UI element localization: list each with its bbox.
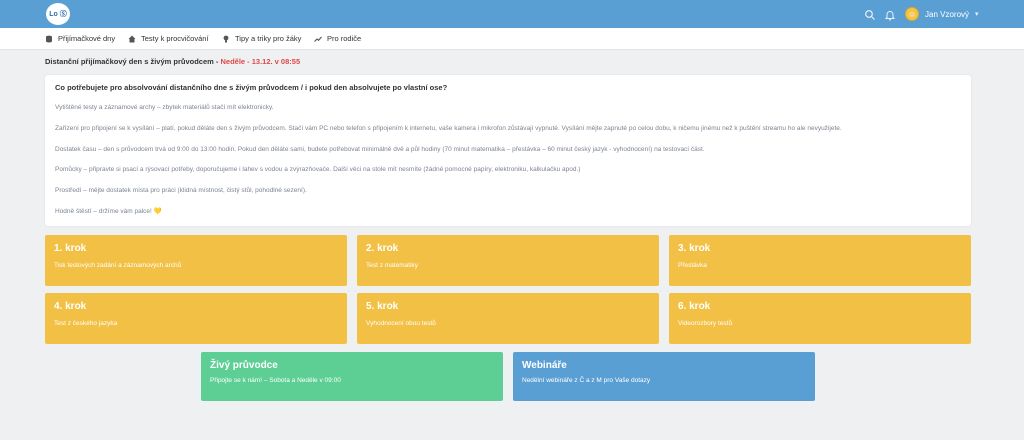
- home-icon: [128, 35, 136, 42]
- info-heading: Co potřebujete pro absolvování distanční…: [55, 83, 448, 92]
- step-title: 5. krok: [366, 301, 399, 312]
- live-guide-title: Živý průvodce: [210, 360, 278, 371]
- webinar-subtitle: Nedělní webináře z Č a z M pro Vaše dota…: [522, 377, 651, 384]
- step-5-card[interactable]: 5. krok Vyhodnocení obou testů: [357, 293, 659, 344]
- step-6-card[interactable]: 6. krok Videorozbory testů: [669, 293, 971, 344]
- info-paragraph: Pomůcky – připravte si psací a rýsovací …: [55, 166, 581, 174]
- step-subtitle: Videorozbory testů: [678, 320, 733, 327]
- user-menu[interactable]: ☺ Jan Vzorový ▾: [905, 6, 979, 22]
- nav-item-label: Přijímačkové dny: [58, 34, 116, 43]
- step-2-card[interactable]: 2. krok Test z matematiky: [357, 235, 659, 286]
- database-icon: [46, 35, 52, 42]
- page-title: Distanční přijímačkový den s živým průvo…: [45, 57, 300, 66]
- nav-item-testy[interactable]: Testy k procvičování: [128, 34, 209, 43]
- info-paragraph-text: Hodně štěstí – držíme vám palce!: [55, 207, 154, 215]
- step-title: 3. krok: [678, 243, 711, 254]
- nav-item-label: Testy k procvičování: [141, 34, 209, 43]
- info-card: Co potřebujete pro absolvování distanční…: [45, 75, 971, 226]
- step-subtitle: Přestávka: [678, 262, 707, 269]
- logo-text: Lo Ⓢ: [49, 11, 67, 18]
- chart-icon: [314, 36, 322, 42]
- bulb-icon: [223, 35, 229, 42]
- step-title: 1. krok: [54, 243, 87, 254]
- step-4-card[interactable]: 4. krok Test z českého jazyka: [45, 293, 347, 344]
- step-subtitle: Tisk testových zadání a záznamových arch…: [54, 262, 182, 269]
- nav-item-tipy[interactable]: Tipy a triky pro žáky: [222, 34, 301, 43]
- live-guide-subtitle: Připojte se k nám! – Sobota a Neděle v 0…: [210, 377, 341, 384]
- nav-item-prijimackove-dny[interactable]: Přijímačkové dny: [45, 34, 115, 43]
- page-title-text: Distanční přijímačkový den s živým průvo…: [45, 57, 221, 66]
- step-title: 4. krok: [54, 301, 87, 312]
- live-guide-card[interactable]: Živý průvodce Připojte se k nám! – Sobot…: [201, 352, 503, 401]
- nav-item-label: Pro rodiče: [327, 34, 362, 43]
- search-icon[interactable]: [864, 8, 876, 20]
- top-bar: Lo Ⓢ ☺ Jan Vzorový ▾: [0, 0, 1024, 28]
- nav-item-label: Tipy a triky pro žáky: [235, 34, 302, 43]
- info-paragraph: Prostředí – mějte dostatek místa pro prá…: [55, 187, 307, 195]
- webinar-title: Webináře: [522, 360, 567, 371]
- info-paragraph: Zařízení pro připojení se k vysílání – p…: [55, 124, 842, 132]
- nav-item-pro-rodice[interactable]: Pro rodiče: [314, 34, 361, 43]
- step-subtitle: Test z matematiky: [366, 262, 419, 269]
- step-title: 2. krok: [366, 243, 399, 254]
- step-1-card[interactable]: 1. krok Tisk testových zadání a záznamov…: [45, 235, 347, 286]
- step-subtitle: Test z českého jazyka: [54, 320, 118, 327]
- event-date: Neděle - 13.12. v 08:55: [220, 57, 301, 66]
- info-paragraph: Dostatek času – den s průvodcem trvá od …: [55, 145, 705, 153]
- logo[interactable]: Lo Ⓢ: [46, 3, 70, 25]
- user-name: Jan Vzorový: [925, 9, 970, 19]
- info-paragraph: Vytištěné testy a záznamové archy – zbyt…: [55, 104, 274, 111]
- webinar-card[interactable]: Webináře Nedělní webináře z Č a z M pro …: [513, 352, 815, 401]
- bell-icon[interactable]: [884, 8, 896, 21]
- step-title: 6. krok: [678, 301, 711, 312]
- step-subtitle: Vyhodnocení obou testů: [366, 320, 436, 327]
- heart-icon: 💛: [153, 207, 162, 215]
- step-3-card[interactable]: 3. krok Přestávka: [669, 235, 971, 286]
- main-nav: Přijímačkové dny Testy k procvičování Ti…: [0, 28, 1024, 50]
- avatar: ☺: [905, 7, 919, 21]
- info-paragraph-last: Hodně štěstí – držíme vám palce! 💛: [55, 208, 961, 216]
- chevron-down-icon: ▾: [975, 11, 979, 18]
